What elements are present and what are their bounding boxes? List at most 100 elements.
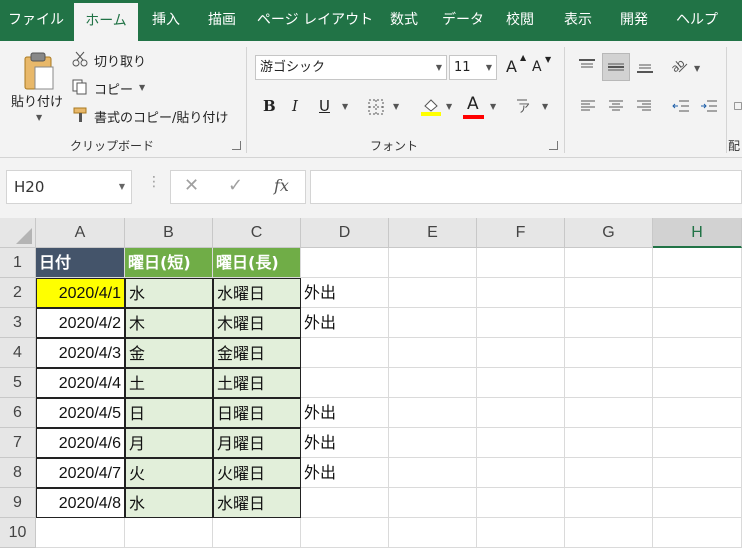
cell-h1[interactable] [653, 248, 742, 278]
cell-c6[interactable]: 日曜日 [213, 398, 301, 428]
borders-icon[interactable] [366, 97, 386, 117]
column-header-d[interactable]: D [301, 218, 389, 248]
cell-b7[interactable]: 月 [125, 428, 213, 458]
cell-h8[interactable] [653, 458, 742, 488]
cell-c8[interactable]: 火曜日 [213, 458, 301, 488]
cell-d9[interactable] [301, 488, 389, 518]
cell-e10[interactable] [389, 518, 477, 548]
cell-b1[interactable]: 曜日(短) [125, 248, 213, 278]
cell-h7[interactable] [653, 428, 742, 458]
clipboard-launcher-icon[interactable] [232, 141, 241, 150]
cell-d6[interactable]: 外出 [301, 398, 389, 428]
formula-input[interactable] [310, 170, 742, 204]
scissors-icon[interactable] [70, 49, 90, 69]
cell-a4[interactable]: 2020/4/3 [36, 338, 125, 368]
cell-h3[interactable] [653, 308, 742, 338]
cell-g10[interactable] [565, 518, 653, 548]
worksheet-grid[interactable]: A B C D E F G H 1 2 3 4 5 6 7 8 9 10 日付 … [0, 218, 742, 550]
column-header-h[interactable]: H [653, 218, 742, 248]
borders-dropdown-icon[interactable]: ▼ [393, 102, 399, 111]
cell-f9[interactable] [477, 488, 565, 518]
cell-a8[interactable]: 2020/4/7 [36, 458, 125, 488]
grow-font-button[interactable]: A [506, 57, 517, 76]
cell-a2[interactable]: 2020/4/1 [36, 278, 125, 308]
row-header-6[interactable]: 6 [0, 398, 36, 428]
font-launcher-icon[interactable] [549, 141, 558, 150]
cell-h2[interactable] [653, 278, 742, 308]
cell-f5[interactable] [477, 368, 565, 398]
tab-review[interactable]: 校閲 [498, 0, 542, 41]
column-header-c[interactable]: C [213, 218, 301, 248]
cell-e1[interactable] [389, 248, 477, 278]
wrap-text-icon[interactable] [734, 97, 742, 115]
cell-b6[interactable]: 日 [125, 398, 213, 428]
column-header-g[interactable]: G [565, 218, 653, 248]
cell-d3[interactable]: 外出 [301, 308, 389, 338]
column-header-e[interactable]: E [389, 218, 477, 248]
tab-page-layout[interactable]: ページ レイアウト [254, 0, 376, 41]
tab-draw[interactable]: 描画 [198, 0, 246, 41]
row-header-10[interactable]: 10 [0, 518, 36, 548]
cell-f2[interactable] [477, 278, 565, 308]
cell-b10[interactable] [125, 518, 213, 548]
cell-f1[interactable] [477, 248, 565, 278]
decrease-indent-icon[interactable] [670, 97, 692, 115]
select-all-button[interactable] [0, 218, 36, 248]
cell-f3[interactable] [477, 308, 565, 338]
cell-d4[interactable] [301, 338, 389, 368]
text-orientation-icon[interactable]: ab [668, 55, 690, 77]
tab-home[interactable]: ホーム [74, 3, 138, 41]
cell-c2[interactable]: 水曜日 [213, 278, 301, 308]
row-header-9[interactable]: 9 [0, 488, 36, 518]
cell-d2[interactable]: 外出 [301, 278, 389, 308]
increase-indent-icon[interactable] [698, 97, 720, 115]
cell-e4[interactable] [389, 338, 477, 368]
cell-e6[interactable] [389, 398, 477, 428]
cell-c10[interactable] [213, 518, 301, 548]
paste-button[interactable] [18, 49, 58, 93]
cell-d5[interactable] [301, 368, 389, 398]
cell-d1[interactable] [301, 248, 389, 278]
underline-dropdown-icon[interactable]: ▼ [342, 102, 348, 111]
cell-h9[interactable] [653, 488, 742, 518]
cell-e3[interactable] [389, 308, 477, 338]
cell-f8[interactable] [477, 458, 565, 488]
row-header-1[interactable]: 1 [0, 248, 36, 278]
row-header-8[interactable]: 8 [0, 458, 36, 488]
cell-f7[interactable] [477, 428, 565, 458]
cell-c1[interactable]: 曜日(長) [213, 248, 301, 278]
column-header-f[interactable]: F [477, 218, 565, 248]
row-header-3[interactable]: 3 [0, 308, 36, 338]
cell-a6[interactable]: 2020/4/5 [36, 398, 125, 428]
cell-c9[interactable]: 水曜日 [213, 488, 301, 518]
phonetic-dropdown-icon[interactable]: ▼ [542, 102, 548, 111]
paste-label[interactable]: 貼り付け [11, 91, 63, 110]
cell-e8[interactable] [389, 458, 477, 488]
copy-button[interactable]: コピー [94, 79, 133, 98]
tab-formulas[interactable]: 数式 [382, 0, 426, 41]
cut-button[interactable]: 切り取り [94, 51, 146, 70]
cell-b8[interactable]: 火 [125, 458, 213, 488]
cell-g1[interactable] [565, 248, 653, 278]
cell-h6[interactable] [653, 398, 742, 428]
font-size-select[interactable]: 11 ▼ [449, 55, 497, 80]
tab-help[interactable]: ヘルプ [668, 0, 726, 41]
cell-c5[interactable]: 土曜日 [213, 368, 301, 398]
more-options-icon[interactable]: ⋮ [147, 174, 161, 190]
row-header-5[interactable]: 5 [0, 368, 36, 398]
cell-g4[interactable] [565, 338, 653, 368]
confirm-entry-icon[interactable]: ✓ [228, 175, 243, 196]
column-header-a[interactable]: A [36, 218, 125, 248]
text-orientation-dropdown-icon[interactable]: ▼ [694, 64, 700, 73]
align-right-icon[interactable] [634, 97, 654, 115]
align-middle-icon[interactable] [602, 53, 630, 81]
cell-g6[interactable] [565, 398, 653, 428]
cell-d8[interactable]: 外出 [301, 458, 389, 488]
cell-g7[interactable] [565, 428, 653, 458]
cell-e7[interactable] [389, 428, 477, 458]
font-color-dropdown-icon[interactable]: ▼ [490, 102, 496, 111]
column-header-b[interactable]: B [125, 218, 213, 248]
tab-insert[interactable]: 挿入 [142, 0, 190, 41]
align-top-icon[interactable] [576, 55, 598, 75]
cell-c4[interactable]: 金曜日 [213, 338, 301, 368]
